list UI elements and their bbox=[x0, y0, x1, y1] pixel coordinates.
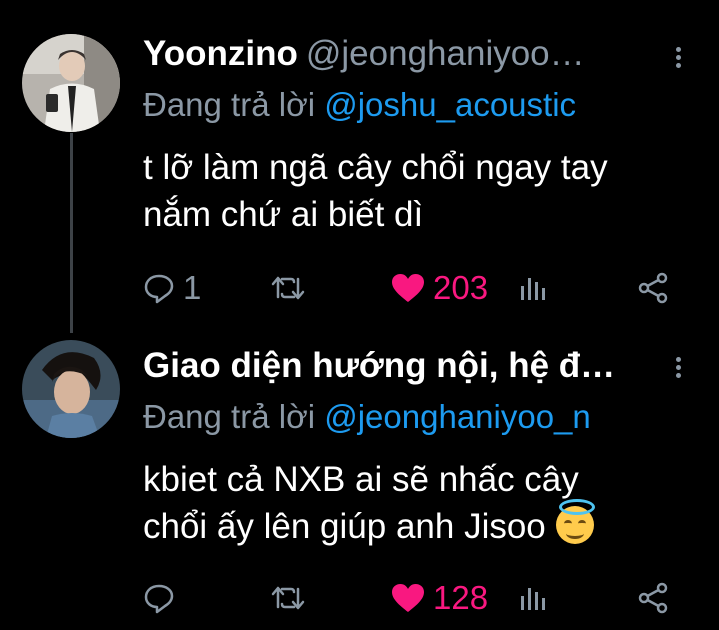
more-options-icon[interactable] bbox=[668, 354, 688, 384]
like-button[interactable]: 203 bbox=[391, 268, 488, 308]
tweet-header: Giao diện hướng nội, hệ đ… bbox=[143, 346, 653, 386]
analytics-icon bbox=[521, 278, 545, 300]
more-options-icon[interactable] bbox=[668, 44, 688, 74]
reply-icon bbox=[144, 584, 174, 614]
tweet-text-line: t lỡ làm ngã cây chổi ngay tay bbox=[143, 148, 608, 187]
tweet-text-line: chổi ấy lên giúp anh Jisoo bbox=[143, 507, 546, 546]
replying-prefix: Đang trả lời bbox=[143, 86, 316, 123]
display-name[interactable]: Yoonzino bbox=[143, 34, 298, 73]
avatar[interactable] bbox=[22, 340, 120, 438]
replying-prefix: Đang trả lời bbox=[143, 398, 316, 435]
tweet-actions: 1 203 bbox=[143, 268, 703, 308]
reply-button[interactable]: 1 bbox=[143, 268, 201, 308]
tweet-text-line: nắm chứ ai biết dì bbox=[143, 195, 424, 234]
reply-mention-link[interactable]: @joshu_acoustic bbox=[324, 86, 576, 123]
tweet-text-line-wrapper: chổi ấy lên giúp anh Jisoo bbox=[143, 499, 703, 550]
retweet-button[interactable] bbox=[271, 578, 313, 618]
analytics-icon bbox=[521, 588, 545, 610]
tweet-text: t lỡ làm ngã cây chổi ngay tay nắm chứ a… bbox=[143, 144, 703, 238]
tweet-2[interactable]: Giao diện hướng nội, hệ đ… Đang trả lời … bbox=[0, 330, 719, 630]
share-icon bbox=[638, 582, 668, 614]
avatar[interactable] bbox=[22, 34, 120, 132]
analytics-button[interactable] bbox=[519, 268, 547, 308]
retweet-icon bbox=[271, 276, 305, 300]
share-icon bbox=[638, 272, 668, 304]
like-button[interactable]: 128 bbox=[391, 578, 488, 618]
heart-icon bbox=[392, 274, 424, 302]
tweet-text-line: kbiet cả NXB ai sẽ nhấc cây bbox=[143, 460, 579, 499]
analytics-button[interactable] bbox=[519, 578, 547, 618]
like-count: 128 bbox=[433, 579, 489, 616]
heart-icon bbox=[392, 584, 424, 612]
replying-to: Đang trả lời @jeonghaniyoo_n bbox=[143, 398, 591, 436]
share-button[interactable] bbox=[637, 578, 669, 618]
tweet-actions: 128 bbox=[143, 578, 703, 618]
reply-count: 1 bbox=[183, 269, 202, 306]
like-count: 203 bbox=[433, 269, 489, 306]
retweet-icon bbox=[271, 586, 305, 610]
retweet-button[interactable] bbox=[271, 268, 313, 308]
tweet-1[interactable]: Yoonzino @jeonghaniyoo… Đang trả lời @jos… bbox=[0, 0, 719, 330]
reply-mention-link[interactable]: @jeonghaniyoo_n bbox=[324, 398, 591, 435]
tweet-text: kbiet cả NXB ai sẽ nhấc cây chổi ấy lên … bbox=[143, 456, 703, 550]
tweet-header: Yoonzino @jeonghaniyoo… bbox=[143, 34, 653, 74]
replying-to: Đang trả lời @joshu_acoustic bbox=[143, 86, 576, 124]
user-handle[interactable]: @jeonghaniyoo… bbox=[306, 34, 585, 73]
reply-button[interactable] bbox=[143, 578, 183, 618]
reply-icon bbox=[144, 274, 174, 304]
display-name[interactable]: Giao diện hướng nội, hệ đ… bbox=[143, 346, 615, 385]
share-button[interactable] bbox=[637, 268, 669, 308]
halo-smile-emoji-icon bbox=[555, 499, 595, 544]
